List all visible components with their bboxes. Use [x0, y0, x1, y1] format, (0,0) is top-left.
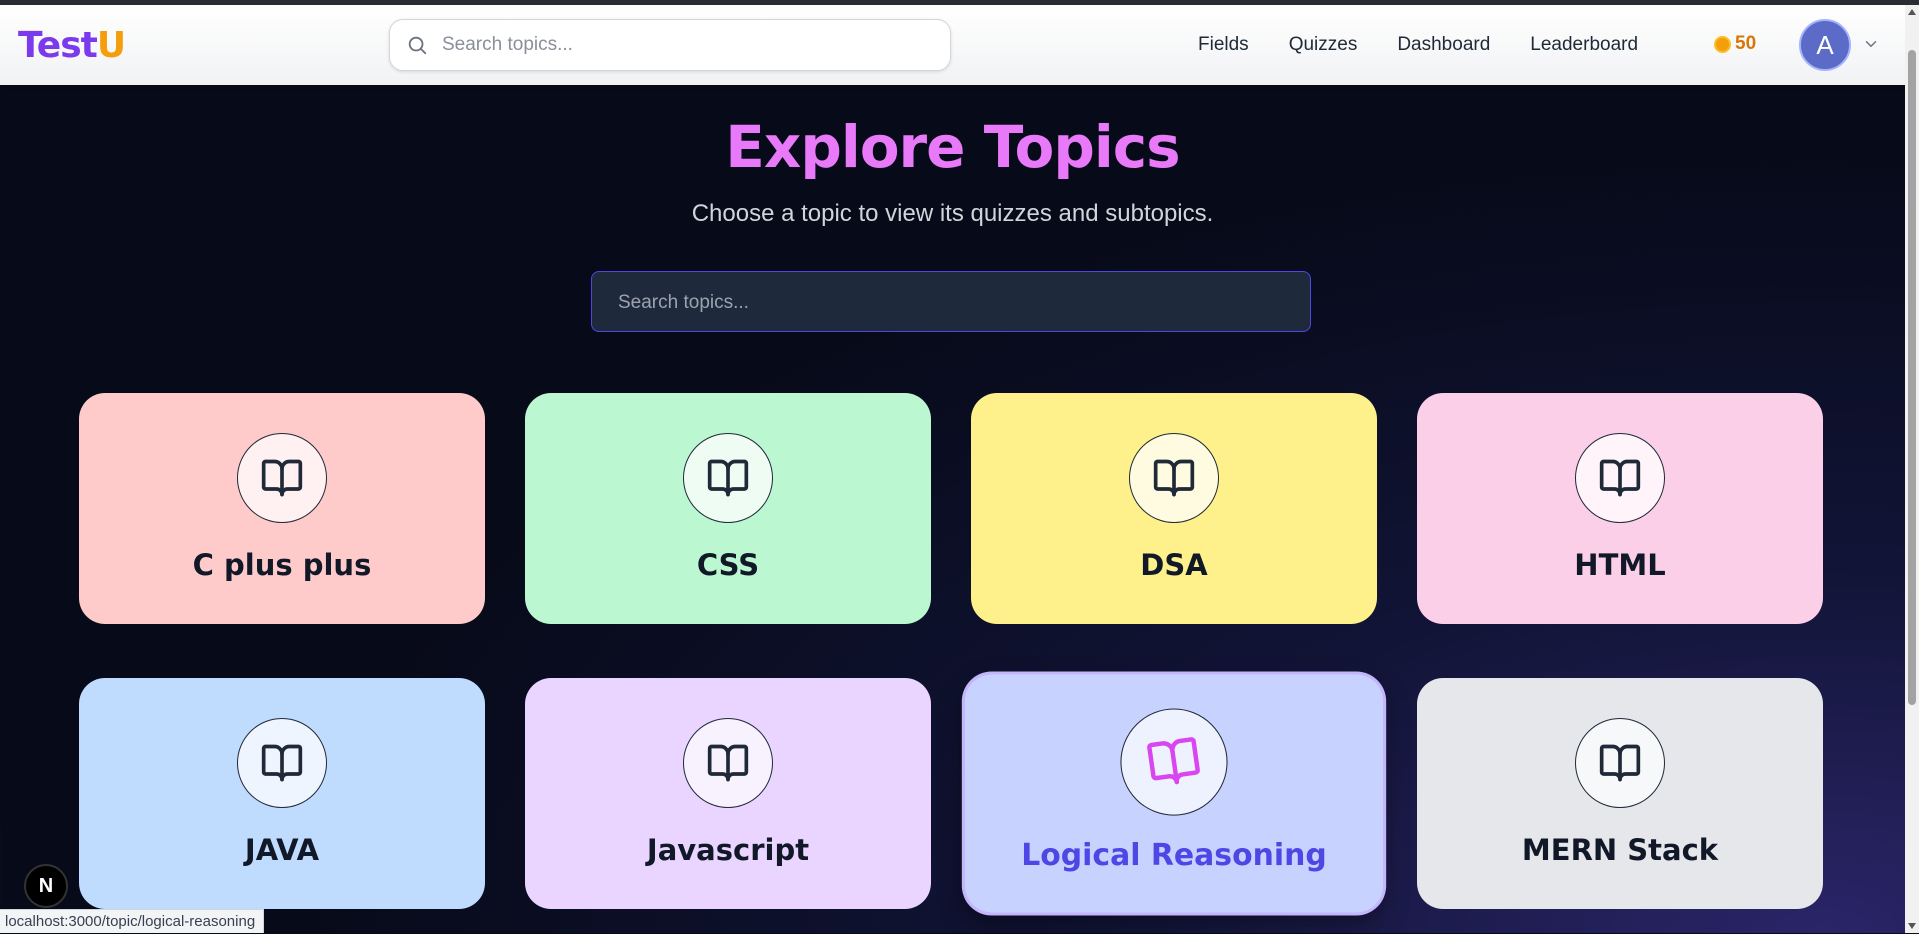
nav-link-quizzes[interactable]: Quizzes [1289, 34, 1358, 56]
nav-link-dashboard[interactable]: Dashboard [1397, 34, 1490, 56]
topic-card-label: HTML [1574, 548, 1666, 582]
topic-icon-circle [683, 433, 773, 523]
page-subtitle: Choose a topic to view its quizzes and s… [691, 200, 1214, 227]
scroll-down-arrow-icon[interactable] [1908, 923, 1916, 929]
topic-search [591, 271, 1311, 333]
book-open-icon [261, 459, 303, 497]
topic-card-label: Logical Reasoning [1021, 837, 1327, 873]
topic-card-label: Javascript [646, 833, 810, 867]
topic-icon-circle [237, 433, 327, 523]
avatar[interactable]: A [1799, 19, 1851, 71]
book-open-icon [1599, 459, 1641, 497]
topic-card[interactable]: HTML [1417, 393, 1823, 624]
navbar: TestU Fields Quizzes Dashboard Leaderboa… [0, 5, 1905, 85]
topic-grid: C plus plus CSS DSA HTML JAVA Javascript Logic… [79, 393, 1823, 923]
topic-card[interactable]: CSS [525, 393, 931, 624]
topic-icon-circle [1575, 433, 1665, 523]
nav-links: Fields Quizzes Dashboard Leaderboard [1198, 5, 1678, 85]
chevron-down-icon[interactable] [1862, 35, 1880, 53]
nextjs-dev-badge[interactable]: N [24, 864, 68, 908]
navbar-search [389, 19, 951, 71]
book-open-icon [1599, 744, 1641, 782]
topic-icon-circle [1129, 433, 1219, 523]
topic-card-label: MERN Stack [1521, 833, 1719, 867]
book-open-icon [1147, 737, 1200, 785]
topic-icon-circle [1575, 718, 1665, 808]
logo-text-part2: U [96, 25, 126, 66]
topic-card[interactable]: C plus plus [79, 393, 485, 624]
page-title: Explore Topics [725, 113, 1180, 181]
scroll-up-arrow-icon[interactable] [1908, 9, 1916, 15]
topic-card[interactable]: Javascript [525, 678, 931, 909]
search-icon [408, 36, 427, 55]
logo[interactable]: TestU [18, 25, 126, 66]
topic-search-input[interactable] [616, 272, 1290, 333]
topic-card[interactable]: DSA [971, 393, 1377, 624]
nav-link-fields[interactable]: Fields [1198, 34, 1249, 56]
book-open-icon [261, 744, 303, 782]
book-open-icon [707, 744, 749, 782]
coin-icon [1714, 35, 1731, 53]
scrollbar-thumb[interactable] [1908, 50, 1916, 705]
topic-card-label: C plus plus [192, 548, 372, 582]
topic-card-label: DSA [1140, 548, 1208, 582]
topic-card-label: CSS [696, 548, 760, 582]
topic-card-label: JAVA [244, 833, 320, 867]
book-open-icon [1153, 459, 1195, 497]
book-open-icon [707, 459, 749, 497]
nav-link-leaderboard[interactable]: Leaderboard [1530, 34, 1638, 56]
topic-card[interactable]: MERN Stack [1417, 678, 1823, 909]
logo-text-part1: Test [18, 25, 98, 66]
topic-icon-circle [237, 718, 327, 808]
topic-card[interactable]: JAVA [79, 678, 485, 909]
page-scrollbar[interactable] [1905, 5, 1919, 933]
status-bar-url: localhost:3000/topic/logical-reasoning [0, 909, 265, 933]
topic-icon-circle [1120, 708, 1228, 816]
topic-icon-circle [683, 718, 773, 808]
topic-card[interactable]: Logical Reasoning [964, 674, 1384, 913]
navbar-search-input[interactable] [440, 20, 934, 70]
coin-count: 50 [1735, 33, 1757, 54]
coin-balance: 50 [1714, 33, 1756, 55]
